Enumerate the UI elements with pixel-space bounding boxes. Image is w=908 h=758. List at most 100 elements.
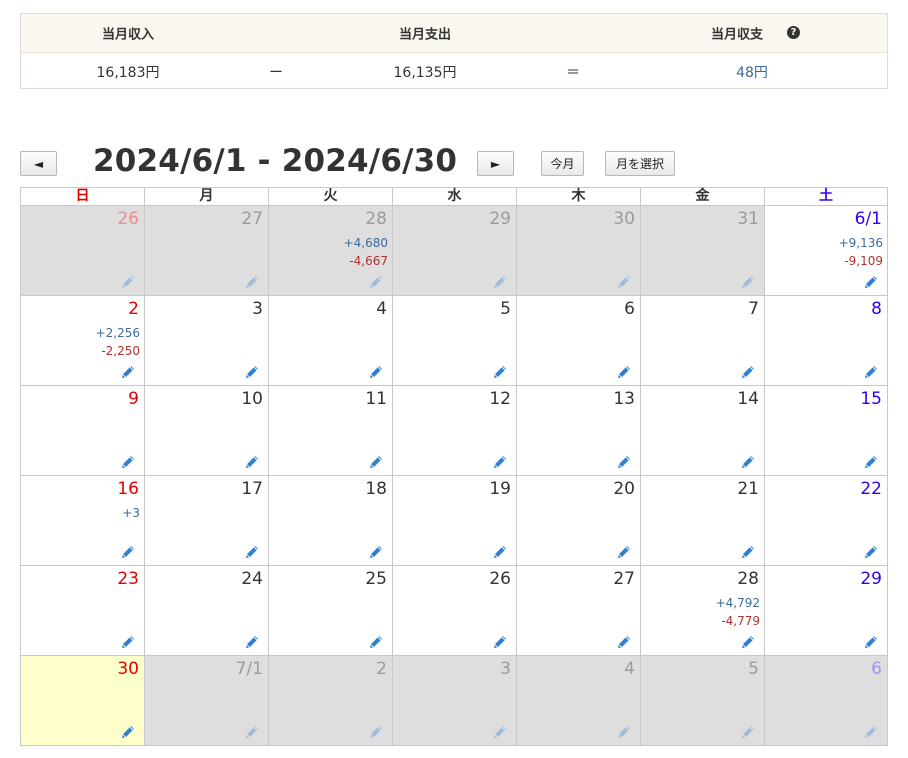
pencil-icon[interactable] — [121, 275, 135, 289]
calendar-day-cell[interactable]: 3 — [392, 656, 516, 746]
pencil-icon[interactable] — [864, 545, 878, 559]
calendar-day-cell[interactable]: 12 — [392, 386, 516, 476]
calendar-day-cell[interactable]: 26 — [20, 206, 144, 296]
calendar-day-cell[interactable]: 15 — [764, 386, 888, 476]
calendar-day-cell[interactable]: 21 — [640, 476, 764, 566]
calendar-day-cell[interactable]: 5 — [392, 296, 516, 386]
calendar-day-cell[interactable]: 3 — [144, 296, 268, 386]
calendar-day-cell[interactable]: 11 — [268, 386, 392, 476]
calendar-day-cell[interactable]: 27 — [144, 206, 268, 296]
pencil-icon[interactable] — [864, 275, 878, 289]
pencil-icon[interactable] — [864, 365, 878, 379]
calendar-day-cell[interactable]: 20 — [516, 476, 640, 566]
calendar-day-cell[interactable]: 19 — [392, 476, 516, 566]
calendar-day-cell[interactable]: 10 — [144, 386, 268, 476]
weekday-1: 月 — [144, 187, 268, 206]
calendar-day-cell[interactable]: 6 — [516, 296, 640, 386]
calendar-day-cell[interactable]: 2 — [268, 656, 392, 746]
this-month-button[interactable]: 今月 — [541, 151, 584, 176]
calendar-day-cell[interactable]: 24 — [144, 566, 268, 656]
day-number: 16 — [117, 479, 139, 499]
calendar-day-cell[interactable]: 16 +3 — [20, 476, 144, 566]
pencil-icon[interactable] — [493, 725, 507, 739]
select-month-button[interactable]: 月を選択 — [605, 151, 675, 176]
pencil-icon[interactable] — [245, 275, 259, 289]
pencil-icon[interactable] — [864, 455, 878, 469]
pencil-icon[interactable] — [121, 635, 135, 649]
calendar-day-cell[interactable]: 26 — [392, 566, 516, 656]
pencil-icon[interactable] — [369, 635, 383, 649]
day-number: 25 — [365, 569, 387, 589]
day-number: 15 — [860, 389, 882, 409]
pencil-icon[interactable] — [617, 725, 631, 739]
calendar-day-cell[interactable]: 4 — [516, 656, 640, 746]
pencil-icon[interactable] — [741, 545, 755, 559]
day-number: 4 — [624, 659, 635, 679]
pencil-icon[interactable] — [245, 635, 259, 649]
calendar-day-cell[interactable]: 28 +4,680 -4,667 — [268, 206, 392, 296]
pencil-icon[interactable] — [245, 725, 259, 739]
pencil-icon[interactable] — [493, 455, 507, 469]
pencil-icon[interactable] — [741, 365, 755, 379]
calendar-day-cell[interactable]: 23 — [20, 566, 144, 656]
balance-label: 当月収支 — [710, 27, 764, 43]
pencil-icon[interactable] — [617, 635, 631, 649]
pencil-icon[interactable] — [493, 365, 507, 379]
pencil-icon[interactable] — [617, 455, 631, 469]
pencil-icon[interactable] — [493, 635, 507, 649]
pencil-icon[interactable] — [864, 635, 878, 649]
question-circle-icon[interactable]: ? — [787, 26, 800, 39]
pencil-icon[interactable] — [493, 545, 507, 559]
pencil-icon[interactable] — [121, 365, 135, 379]
calendar-day-cell[interactable]: 13 — [516, 386, 640, 476]
pencil-icon[interactable] — [245, 455, 259, 469]
calendar-day-cell[interactable]: 8 — [764, 296, 888, 386]
pencil-icon[interactable] — [369, 275, 383, 289]
calendar-day-cell[interactable]: 29 — [392, 206, 516, 296]
calendar-day-cell[interactable]: 14 — [640, 386, 764, 476]
calendar-day-cell[interactable]: 27 — [516, 566, 640, 656]
calendar-week: 9 10 11 12 13 14 15 — [20, 386, 889, 476]
calendar-day-cell[interactable]: 9 — [20, 386, 144, 476]
calendar-day-cell[interactable]: 4 — [268, 296, 392, 386]
pencil-icon[interactable] — [741, 275, 755, 289]
calendar-day-cell[interactable]: 17 — [144, 476, 268, 566]
pencil-icon[interactable] — [617, 545, 631, 559]
calendar-day-cell[interactable]: 25 — [268, 566, 392, 656]
calendar-day-cell[interactable]: 2 +2,256 -2,250 — [20, 296, 144, 386]
calendar-day-cell[interactable]: 29 — [764, 566, 888, 656]
day-expense: -4,779 — [721, 614, 760, 628]
pencil-icon[interactable] — [617, 275, 631, 289]
calendar-day-cell[interactable]: 30 — [20, 656, 144, 746]
pencil-icon[interactable] — [741, 725, 755, 739]
calendar-day-cell[interactable]: 6/1 +9,136 -9,109 — [764, 206, 888, 296]
pencil-icon[interactable] — [369, 545, 383, 559]
calendar-day-cell[interactable]: 7/1 — [144, 656, 268, 746]
calendar-day-cell[interactable]: 6 — [764, 656, 888, 746]
pencil-icon[interactable] — [121, 725, 135, 739]
calendar-day-cell[interactable]: 22 — [764, 476, 888, 566]
summary-values: 16,183円 ー 16,135円 ＝ 48円 — [21, 53, 887, 90]
pencil-icon[interactable] — [369, 365, 383, 379]
pencil-icon[interactable] — [741, 455, 755, 469]
calendar-day-cell[interactable]: 5 — [640, 656, 764, 746]
pencil-icon[interactable] — [121, 545, 135, 559]
pencil-icon[interactable] — [245, 365, 259, 379]
pencil-icon[interactable] — [369, 725, 383, 739]
calendar-day-cell[interactable]: 30 — [516, 206, 640, 296]
pencil-icon[interactable] — [741, 635, 755, 649]
pencil-icon[interactable] — [121, 455, 135, 469]
prev-month-button[interactable]: ◄ — [20, 151, 57, 176]
pencil-icon[interactable] — [617, 365, 631, 379]
calendar-day-cell[interactable]: 18 — [268, 476, 392, 566]
calendar-day-cell[interactable]: 7 — [640, 296, 764, 386]
balance-value: 48円 — [736, 64, 768, 81]
next-month-button[interactable]: ► — [477, 151, 514, 176]
calendar-day-cell[interactable]: 31 — [640, 206, 764, 296]
calendar-day-cell[interactable]: 28 +4,792 -4,779 — [640, 566, 764, 656]
pencil-icon[interactable] — [369, 455, 383, 469]
pencil-icon[interactable] — [493, 275, 507, 289]
day-number: 22 — [860, 479, 882, 499]
pencil-icon[interactable] — [245, 545, 259, 559]
pencil-icon[interactable] — [864, 725, 878, 739]
